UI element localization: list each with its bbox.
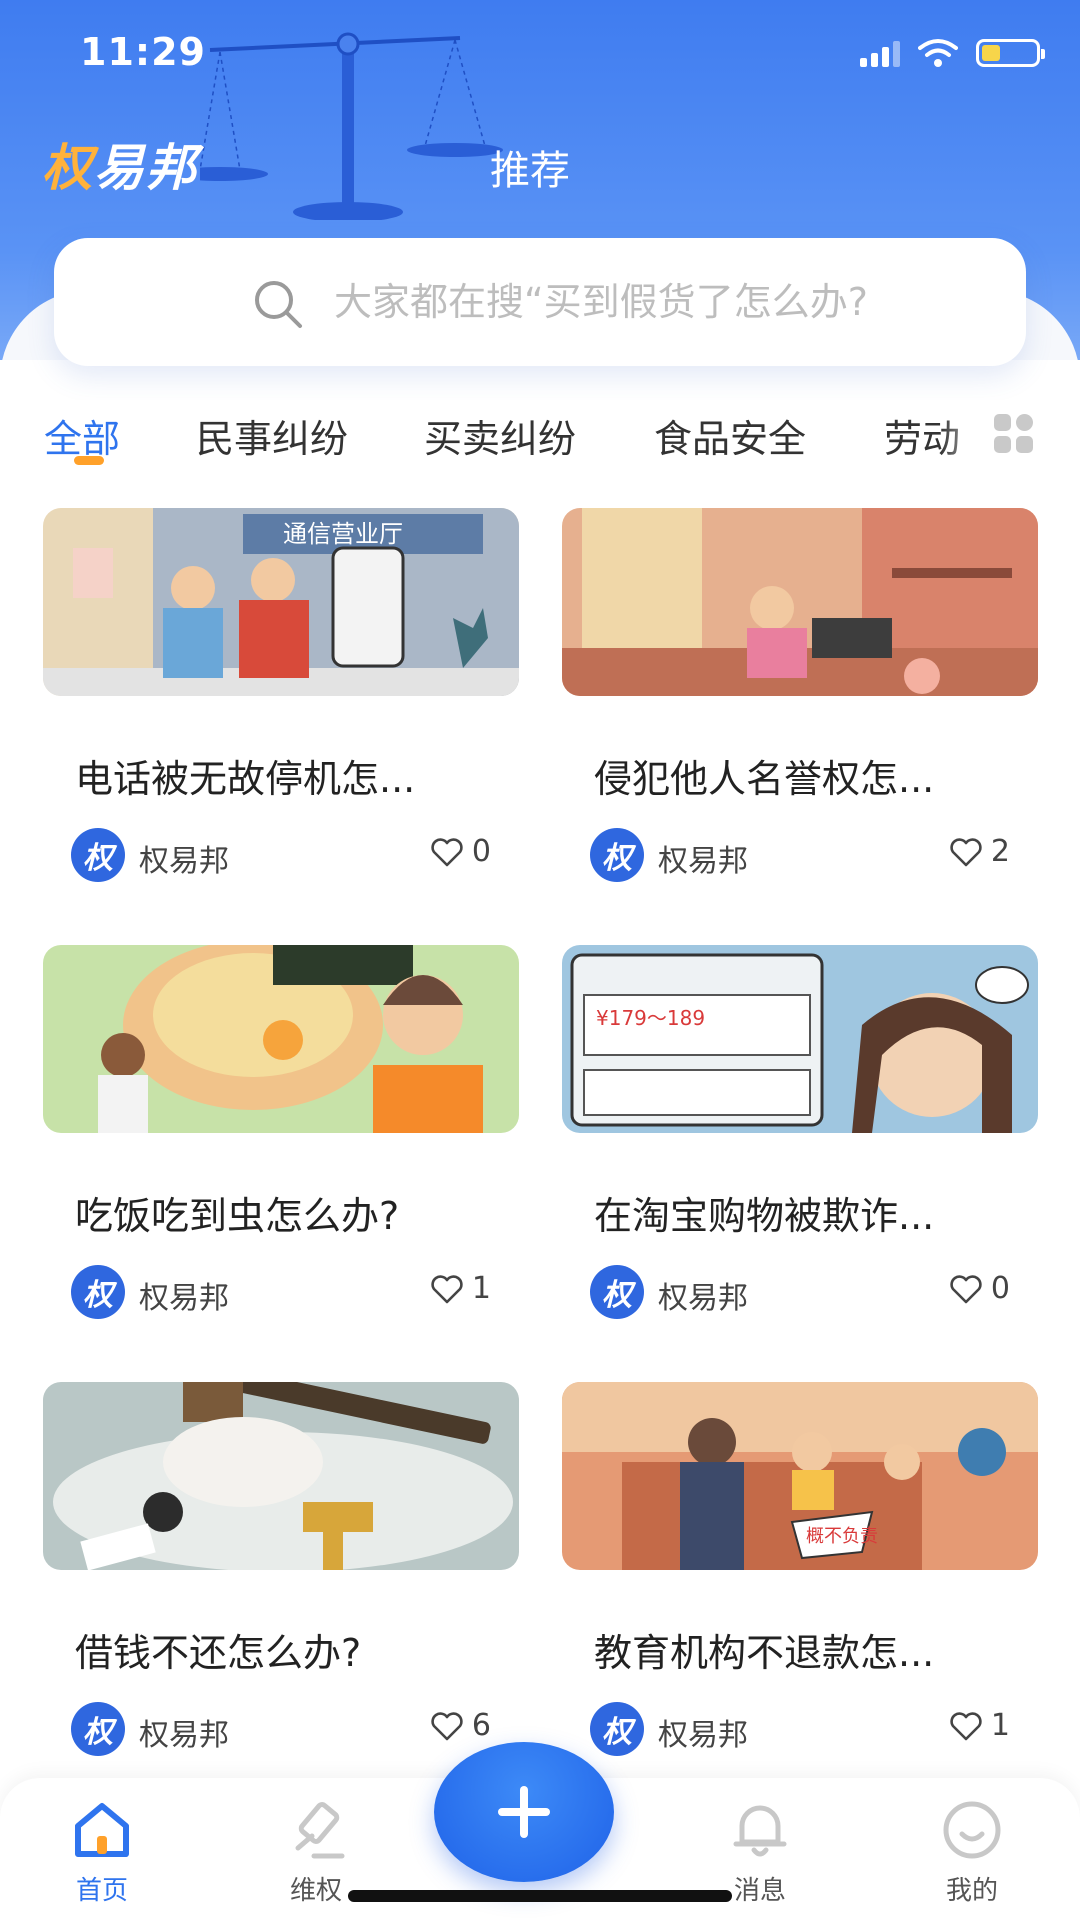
like-button[interactable]: 2 bbox=[949, 834, 1010, 869]
search-input[interactable] bbox=[334, 280, 1026, 324]
category-tabs: 全部 民事纠纷 买卖纠纷 食品安全 劳动 bbox=[0, 400, 1080, 480]
heart-icon bbox=[431, 1274, 463, 1303]
article-card[interactable]: 侵犯他人名誉权怎... 权 权易邦 2 bbox=[562, 508, 1038, 908]
heart-icon bbox=[431, 1711, 463, 1740]
nav-profile[interactable]: 我的 bbox=[912, 1798, 1032, 1918]
search-icon bbox=[255, 281, 302, 328]
author-avatar: 权 bbox=[590, 1702, 644, 1756]
like-button[interactable]: 1 bbox=[949, 1708, 1010, 1743]
article-card[interactable]: 借钱不还怎么办? 权 权易邦 6 bbox=[43, 1382, 519, 1782]
like-count: 1 bbox=[990, 1708, 1010, 1743]
grid-menu-icon[interactable] bbox=[994, 414, 1034, 454]
like-button[interactable]: 0 bbox=[949, 1271, 1010, 1306]
tab-all[interactable]: 全部 bbox=[44, 408, 120, 463]
like-count: 0 bbox=[471, 834, 491, 869]
like-count: 2 bbox=[990, 834, 1010, 869]
like-count: 1 bbox=[471, 1271, 491, 1306]
like-button[interactable]: 6 bbox=[430, 1708, 491, 1743]
nav-profile-label: 我的 bbox=[945, 1876, 998, 1906]
card-image bbox=[43, 1382, 519, 1570]
home-icon bbox=[75, 1803, 129, 1857]
card-image-text: 通信营业厅 bbox=[283, 520, 403, 548]
card-image bbox=[43, 945, 519, 1133]
wifi-icon bbox=[918, 39, 958, 67]
plus-icon bbox=[498, 1786, 550, 1838]
like-count: 0 bbox=[990, 1271, 1010, 1306]
article-card[interactable]: 通信营业厅 电话被无故停机怎... 权 权易邦 0 bbox=[43, 508, 519, 908]
bell-icon bbox=[733, 1805, 787, 1857]
card-author: 权易邦 bbox=[658, 844, 748, 879]
card-image: 通信营业厅 bbox=[43, 508, 519, 696]
author-avatar: 权 bbox=[71, 828, 125, 882]
heart-icon bbox=[431, 837, 463, 866]
smile-icon bbox=[943, 1801, 1001, 1859]
author-avatar: 权 bbox=[590, 828, 644, 882]
card-author: 权易邦 bbox=[658, 1718, 748, 1753]
article-card[interactable]: 概不负责 教育机构不退款怎... 权 权易邦 1 bbox=[562, 1382, 1038, 1782]
add-button[interactable] bbox=[434, 1742, 614, 1882]
like-button[interactable]: 0 bbox=[430, 834, 491, 869]
card-author: 权易邦 bbox=[139, 844, 229, 879]
tab-trade-disputes[interactable]: 买卖纠纷 bbox=[424, 408, 576, 463]
gavel-icon bbox=[295, 1802, 345, 1859]
article-card[interactable]: 吃饭吃到虫怎么办? 权 权易邦 1 bbox=[43, 945, 519, 1345]
active-tab-indicator bbox=[74, 456, 104, 465]
signal-icon bbox=[860, 39, 900, 67]
tab-food-safety[interactable]: 食品安全 bbox=[654, 408, 806, 463]
article-card[interactable]: ¥179～189 在淘宝购物被欺诈... 权 权易邦 0 bbox=[562, 945, 1038, 1345]
card-image bbox=[562, 508, 1038, 696]
heart-icon bbox=[950, 1274, 982, 1303]
card-image: ¥179～189 bbox=[562, 945, 1038, 1133]
heart-icon bbox=[950, 837, 982, 866]
card-author: 权易邦 bbox=[658, 1281, 748, 1316]
card-title: 电话被无故停机怎... bbox=[75, 757, 416, 801]
card-image-text: ¥179～189 bbox=[596, 1006, 705, 1030]
status-icons bbox=[860, 38, 1045, 68]
like-count: 6 bbox=[471, 1708, 491, 1743]
status-time: 11:29 bbox=[80, 30, 206, 74]
author-avatar: 权 bbox=[71, 1265, 125, 1319]
tab-civil-disputes[interactable]: 民事纠纷 bbox=[196, 408, 348, 463]
battery-icon bbox=[976, 39, 1045, 67]
app-logo: 权易邦 bbox=[42, 139, 198, 197]
card-title: 教育机构不退款怎... bbox=[594, 1631, 935, 1675]
card-title: 侵犯他人名誉权怎... bbox=[594, 757, 935, 801]
card-image-text: 概不负责 bbox=[806, 1526, 878, 1547]
card-image: 概不负责 bbox=[562, 1382, 1038, 1570]
home-indicator bbox=[348, 1890, 732, 1902]
author-avatar: 权 bbox=[71, 1702, 125, 1756]
section-title: 推荐 bbox=[490, 148, 570, 194]
heart-icon bbox=[950, 1711, 982, 1740]
nav-home[interactable]: 首页 bbox=[42, 1798, 162, 1918]
author-avatar: 权 bbox=[590, 1265, 644, 1319]
card-title: 吃饭吃到虫怎么办? bbox=[75, 1194, 400, 1238]
card-title: 借钱不还怎么办? bbox=[75, 1631, 362, 1675]
like-button[interactable]: 1 bbox=[430, 1271, 491, 1306]
nav-home-label: 首页 bbox=[75, 1876, 128, 1906]
card-author: 权易邦 bbox=[139, 1281, 229, 1316]
card-author: 权易邦 bbox=[139, 1718, 229, 1753]
scale-illustration bbox=[200, 32, 503, 220]
card-title: 在淘宝购物被欺诈... bbox=[594, 1194, 935, 1238]
search-bar[interactable] bbox=[54, 238, 1026, 366]
